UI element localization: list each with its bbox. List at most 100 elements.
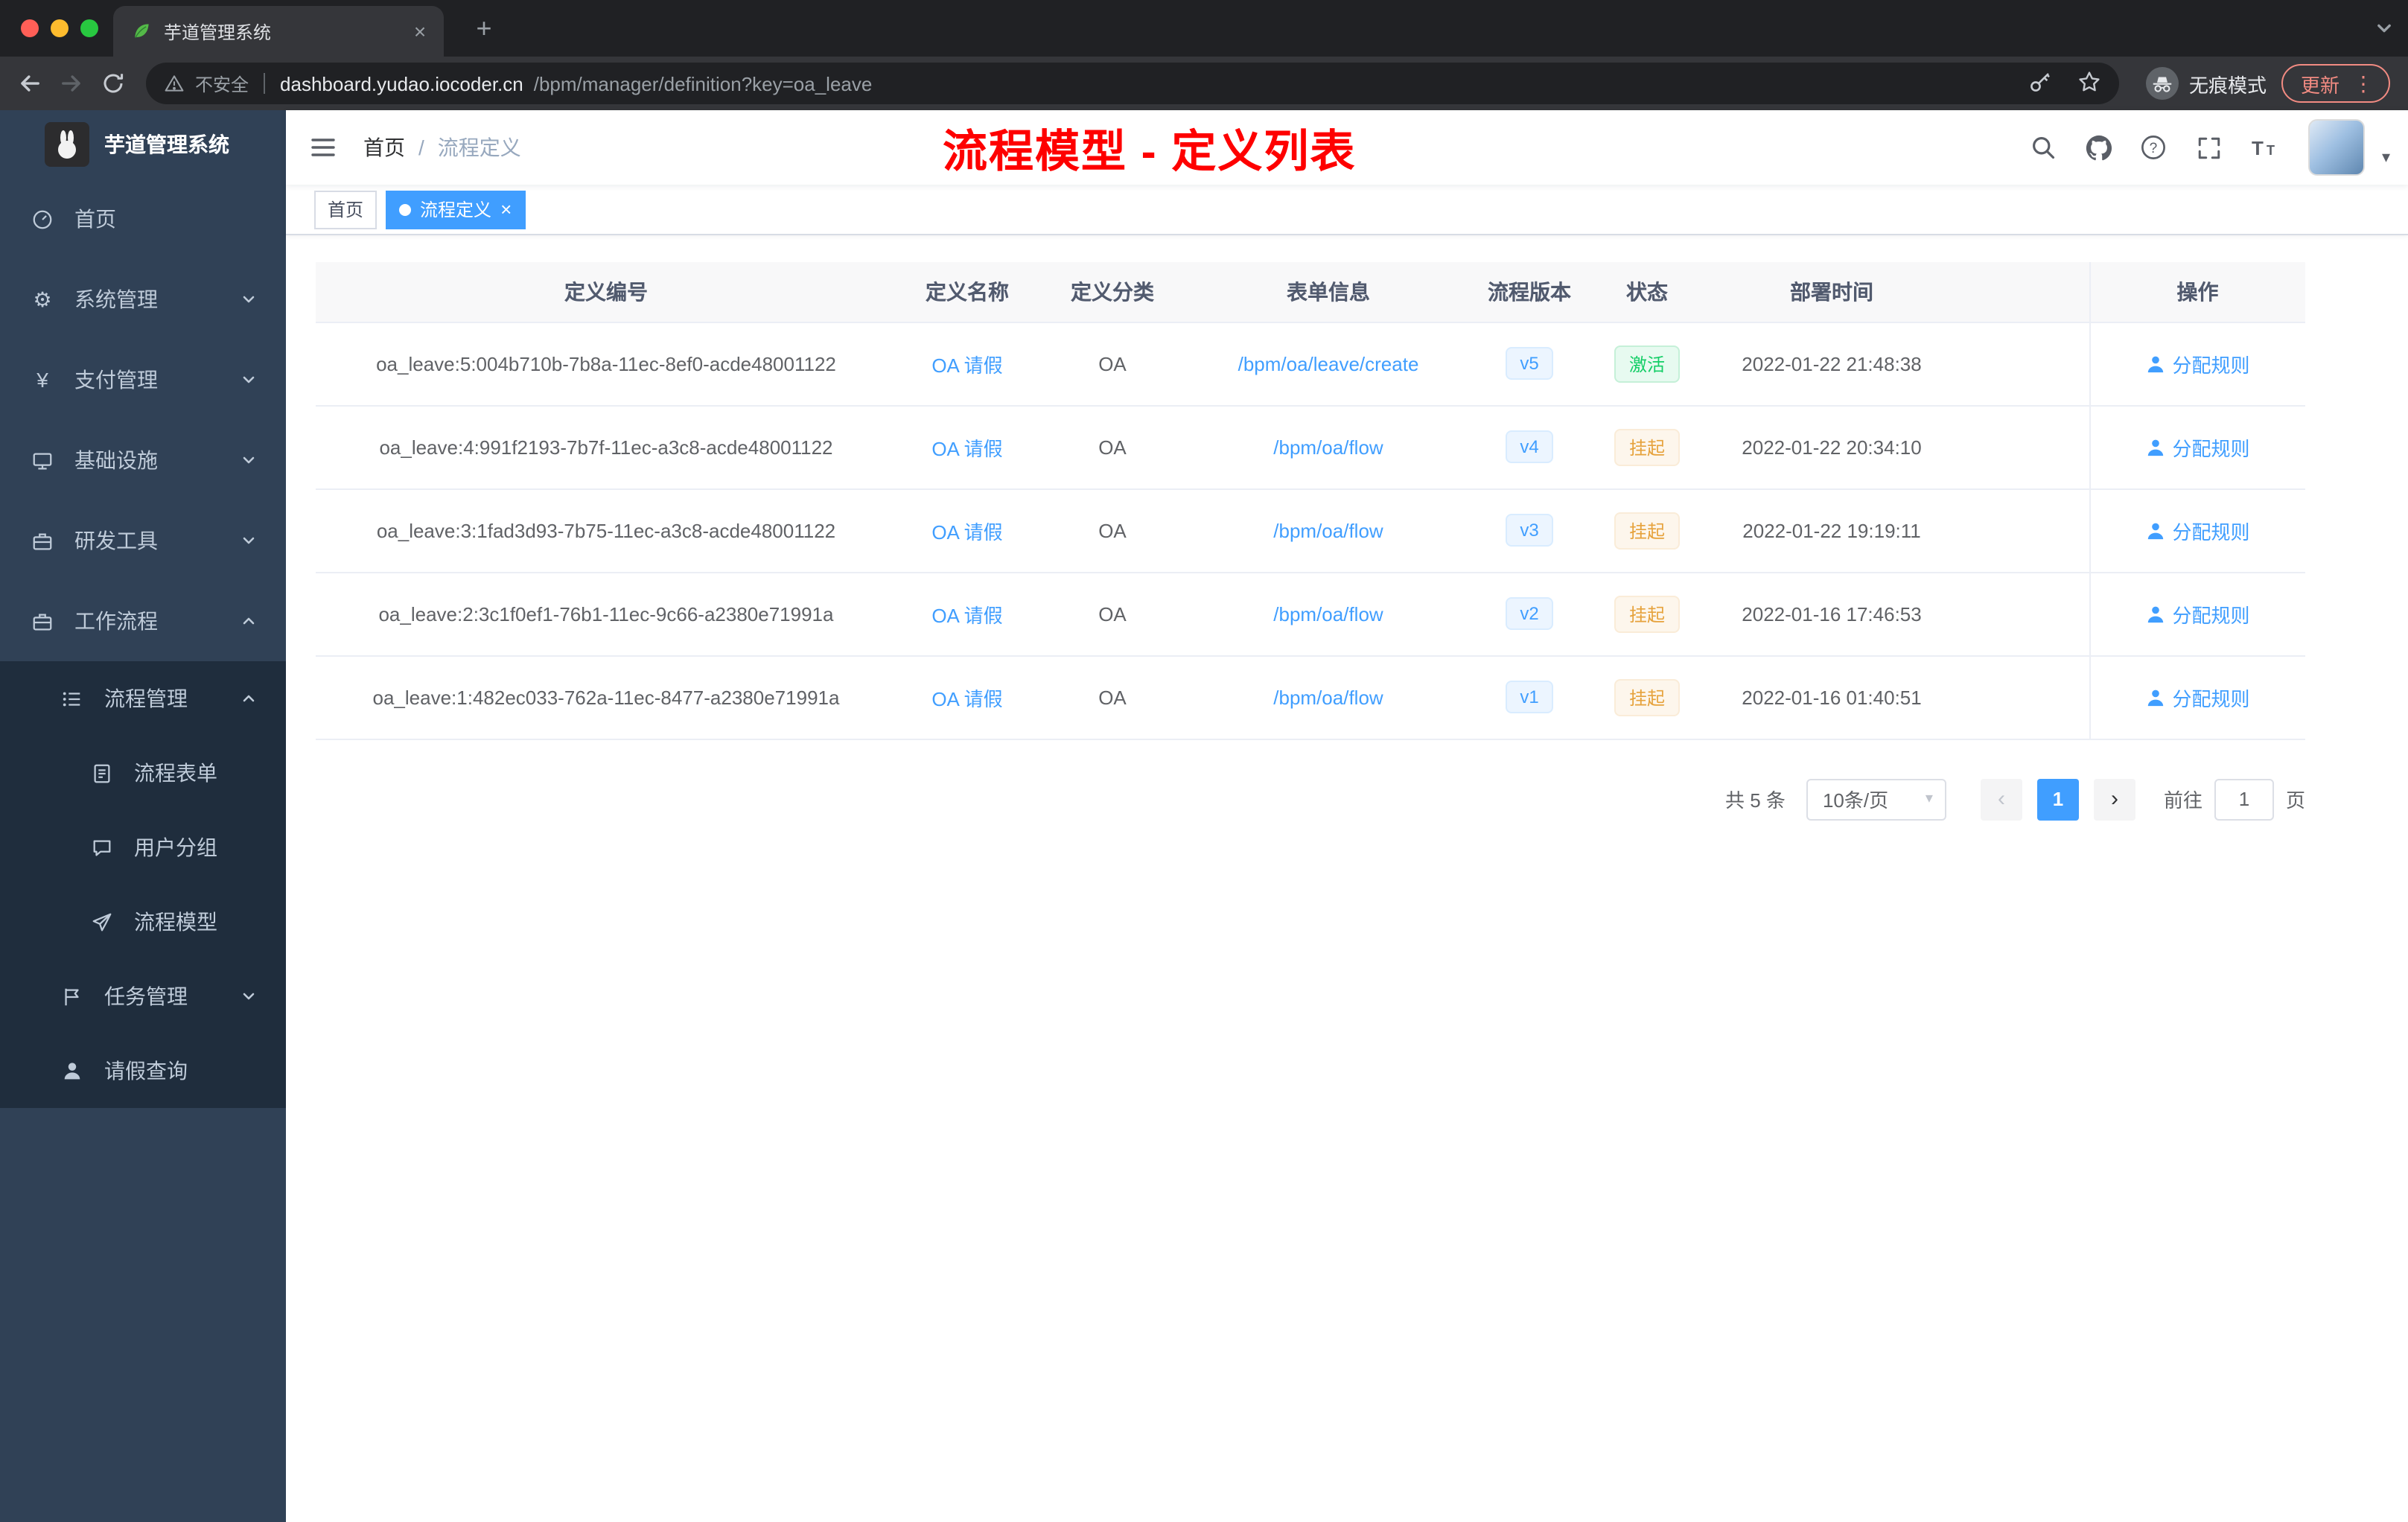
forward-button[interactable] bbox=[51, 63, 92, 104]
chevron-up-icon bbox=[241, 609, 256, 633]
cell-category: OA bbox=[1038, 405, 1187, 489]
search-icon[interactable] bbox=[2025, 128, 2063, 167]
sidebar-item-workflow[interactable]: 工作流程 bbox=[0, 581, 286, 661]
tag-home[interactable]: 首页 bbox=[314, 190, 378, 229]
sidebar-item-system-management[interactable]: ⚙ 系统管理 bbox=[0, 259, 286, 340]
status-tag: 挂起 bbox=[1614, 678, 1680, 716]
password-key-icon[interactable] bbox=[2028, 69, 2052, 98]
yen-icon: ¥ bbox=[36, 368, 48, 392]
form-link[interactable]: /bpm/oa/flow bbox=[1273, 602, 1383, 625]
cell-deploy-time: 2022-01-22 21:48:38 bbox=[1705, 322, 1958, 406]
cell-version: v2 bbox=[1470, 572, 1589, 656]
assign-rule-label: 分配规则 bbox=[2172, 604, 2250, 626]
definition-table: 定义编号 定义名称 定义分类 表单信息 流程版本 状态 部署时间 操作 oa_l… bbox=[316, 262, 2305, 739]
back-button[interactable] bbox=[9, 63, 51, 104]
window-close-button[interactable] bbox=[21, 19, 39, 37]
cell-filler bbox=[1958, 655, 2089, 739]
table-row: oa_leave:2:3c1f0ef1-76b1-11ec-9c66-a2380… bbox=[316, 572, 2305, 656]
definition-name-link[interactable]: OA 请假 bbox=[931, 354, 1002, 376]
sidebar-item-process-management[interactable]: 流程管理 bbox=[0, 661, 286, 736]
sidebar-item-label: 用户分组 bbox=[134, 835, 217, 859]
page-size-select[interactable]: 10条/页 ▾ bbox=[1806, 778, 1946, 820]
sidebar-item-payment-management[interactable]: ¥ 支付管理 bbox=[0, 340, 286, 420]
pagination-next-button[interactable]: › bbox=[2093, 778, 2135, 820]
pagination-prev-button[interactable]: ‹ bbox=[1980, 778, 2022, 820]
tab-close-icon[interactable]: × bbox=[408, 19, 432, 43]
flag-icon bbox=[60, 985, 85, 1007]
font-size-icon[interactable]: TT bbox=[2245, 128, 2284, 167]
insecure-label[interactable]: 不安全 bbox=[195, 71, 249, 96]
browser-toolbar: 不安全 dashboard.yudao.iocoder.cn/bpm/manag… bbox=[0, 57, 2408, 110]
url-domain: dashboard.yudao.iocoder.cn bbox=[280, 72, 523, 95]
tab-search-caret-icon[interactable] bbox=[2375, 18, 2393, 45]
cell-status: 激活 bbox=[1589, 322, 1705, 406]
avatar-caret-down-icon[interactable]: ▾ bbox=[2382, 147, 2390, 167]
cell-deploy-time: 2022-01-22 20:34:10 bbox=[1705, 405, 1958, 489]
sidebar-item-leave-query[interactable]: 请假查询 bbox=[0, 1034, 286, 1108]
assign-rule-link[interactable]: 分配规则 bbox=[2145, 599, 2250, 628]
cell-actions: 分配规则 bbox=[2089, 655, 2305, 739]
cell-definition-name: OA 请假 bbox=[896, 405, 1038, 489]
chevron-down-icon bbox=[241, 287, 256, 311]
sidebar-item-user-group[interactable]: 用户分组 bbox=[0, 810, 286, 885]
sidebar-item-home[interactable]: 首页 bbox=[0, 179, 286, 259]
incognito-label: 无痕模式 bbox=[2188, 74, 2267, 96]
assign-rule-label: 分配规则 bbox=[2172, 437, 2250, 459]
cell-actions: 分配规则 bbox=[2089, 322, 2305, 406]
tag-close-icon[interactable]: × bbox=[500, 200, 512, 219]
cell-filler bbox=[1958, 322, 2089, 406]
reload-button[interactable] bbox=[92, 63, 134, 104]
cell-actions: 分配规则 bbox=[2089, 488, 2305, 573]
sidebar-item-label: 首页 bbox=[74, 207, 116, 231]
window-controls bbox=[21, 19, 98, 37]
form-link[interactable]: /bpm/oa/flow bbox=[1273, 519, 1383, 541]
chat-bubble-icon bbox=[89, 836, 115, 859]
page-content: 定义编号 定义名称 定义分类 表单信息 流程版本 状态 部署时间 操作 oa_l… bbox=[286, 235, 2408, 1522]
breadcrumb-home[interactable]: 首页 bbox=[363, 133, 405, 162]
table-row: oa_leave:1:482ec033-762a-11ec-8477-a2380… bbox=[316, 655, 2305, 739]
cell-definition-id: oa_leave:2:3c1f0ef1-76b1-11ec-9c66-a2380… bbox=[316, 572, 896, 656]
header-definition-name: 定义名称 bbox=[896, 262, 1038, 322]
version-tag: v2 bbox=[1505, 597, 1554, 630]
sidebar-item-dev-tools[interactable]: 研发工具 bbox=[0, 500, 286, 581]
cell-definition-id: oa_leave:5:004b710b-7b8a-11ec-8ef0-acde4… bbox=[316, 322, 896, 406]
page-goto-input[interactable] bbox=[2214, 778, 2274, 820]
tag-process-definition[interactable]: 流程定义 × bbox=[386, 190, 526, 229]
definition-name-link[interactable]: OA 请假 bbox=[931, 687, 1002, 710]
browser-menu-kebab-icon[interactable]: ⋮ bbox=[2353, 71, 2374, 96]
window-minimize-button[interactable] bbox=[51, 19, 69, 37]
table-row: oa_leave:3:1fad3d93-7b75-11ec-a3c8-acde4… bbox=[316, 488, 2305, 573]
hamburger-icon[interactable] bbox=[286, 110, 360, 185]
user-icon bbox=[2145, 604, 2165, 623]
browser-tab[interactable]: 芋道管理系统 × bbox=[113, 6, 444, 57]
assign-rule-link[interactable]: 分配规则 bbox=[2145, 683, 2250, 711]
assign-rule-link[interactable]: 分配规则 bbox=[2145, 349, 2250, 378]
breadcrumb-separator: / bbox=[418, 136, 424, 159]
form-link[interactable]: /bpm/oa/flow bbox=[1273, 686, 1383, 708]
user-avatar[interactable] bbox=[2308, 119, 2366, 176]
sidebar-item-task-management[interactable]: 任务管理 bbox=[0, 959, 286, 1034]
sidebar-item-process-model[interactable]: 流程模型 bbox=[0, 885, 286, 959]
definition-name-link[interactable]: OA 请假 bbox=[931, 520, 1002, 543]
fullscreen-icon[interactable] bbox=[2190, 128, 2229, 167]
assign-rule-link[interactable]: 分配规则 bbox=[2145, 433, 2250, 461]
sidebar-item-infrastructure[interactable]: 基础设施 bbox=[0, 420, 286, 500]
github-icon[interactable] bbox=[2080, 128, 2118, 167]
definition-name-link[interactable]: OA 请假 bbox=[931, 437, 1002, 459]
definition-name-link[interactable]: OA 请假 bbox=[931, 604, 1002, 626]
form-link[interactable]: /bpm/oa/flow bbox=[1273, 436, 1383, 458]
pagination-page-1[interactable]: 1 bbox=[2036, 778, 2079, 820]
browser-update-button[interactable]: 更新 ⋮ bbox=[2281, 64, 2390, 103]
help-question-icon[interactable]: ? bbox=[2135, 128, 2173, 167]
window-zoom-button[interactable] bbox=[80, 19, 98, 37]
svg-text:?: ? bbox=[2150, 141, 2159, 156]
sidebar-item-process-form[interactable]: 流程表单 bbox=[0, 736, 286, 810]
form-link[interactable]: /bpm/oa/leave/create bbox=[1238, 352, 1419, 375]
app-logo[interactable]: 芋道管理系统 bbox=[0, 110, 286, 179]
url-bar[interactable]: 不安全 dashboard.yudao.iocoder.cn/bpm/manag… bbox=[146, 63, 2119, 104]
bookmark-star-icon[interactable] bbox=[2077, 69, 2101, 98]
sidebar-item-label: 流程管理 bbox=[104, 687, 188, 710]
svg-text:T: T bbox=[2267, 143, 2275, 158]
new-tab-button[interactable]: + bbox=[465, 9, 503, 48]
assign-rule-link[interactable]: 分配规则 bbox=[2145, 516, 2250, 544]
